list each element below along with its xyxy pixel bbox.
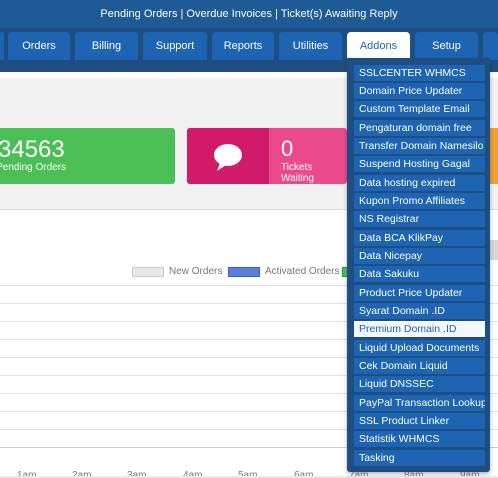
menu-item-kupon-promo-affiliates[interactable]: Kupon Promo Affiliates [354, 193, 485, 209]
menu-item-domain-price-updater[interactable]: Domain Price Updater [354, 83, 485, 99]
menu-item-statistik-whmcs[interactable]: Statistik WHMCS [354, 431, 485, 447]
menu-item-custom-template-email[interactable]: Custom Template Email [354, 101, 485, 117]
tab-billing[interactable]: Billing [75, 32, 138, 60]
addons-dropdown-menu: SSLCENTER WHMCS Domain Price Updater Cus… [347, 58, 490, 472]
panel-scroll-edge[interactable] [489, 240, 498, 260]
menu-item-data-sakuku[interactable]: Data Sakuku [354, 266, 485, 282]
tab-utilities[interactable]: Utilities [279, 32, 342, 60]
menu-item-data-bca-klikpay[interactable]: Data BCA KlikPay [354, 230, 485, 246]
legend-activated-orders-swatch [228, 267, 260, 277]
menu-item-transfer-domain-namesilo[interactable]: Transfer Domain Namesilo [354, 138, 485, 154]
menu-item-data-hosting-expired[interactable]: Data hosting expired [354, 175, 485, 191]
pending-orders-card[interactable]: 34563 Pending Orders [0, 128, 175, 184]
pending-orders-label: Pending Orders [0, 162, 67, 173]
menu-item-pengaturan-domain-free[interactable]: Pengaturan domain free [354, 120, 485, 136]
tickets-waiting-count: 0 [281, 136, 294, 161]
notification-bar[interactable]: Pending Orders | Overdue Invoices | Tick… [0, 0, 498, 28]
tab-home-edge[interactable] [0, 32, 4, 60]
orange-card-edge[interactable] [490, 128, 498, 184]
legend-new-orders: New Orders [169, 266, 223, 277]
menu-item-product-price-updater[interactable]: Product Price Updater [354, 285, 485, 301]
tab-help-edge[interactable] [483, 32, 498, 60]
tab-reports[interactable]: Reports [212, 32, 274, 60]
menu-item-ns-registrar[interactable]: NS Registrar [354, 211, 485, 227]
tickets-waiting-label: Tickets Waiting [281, 162, 314, 184]
menu-item-ssl-product-linker[interactable]: SSL Product Linker [354, 413, 485, 429]
menu-item-suspend-hosting-gagal[interactable]: Suspend Hosting Gagal [354, 156, 485, 172]
tickets-waiting-card[interactable]: 0 Tickets Waiting [187, 128, 347, 184]
legend-activated-orders: Activated Orders [265, 266, 340, 277]
pending-orders-count: 34563 [0, 136, 65, 163]
speech-bubble-icon [214, 144, 242, 171]
menu-item-tasking[interactable]: Tasking [354, 450, 485, 466]
menu-item-syarat-domain-id[interactable]: Syarat Domain .ID [354, 303, 485, 319]
legend-new-orders-swatch [132, 267, 164, 277]
menu-item-data-nicepay[interactable]: Data Nicepay [354, 248, 485, 264]
tab-orders[interactable]: Orders [8, 32, 70, 60]
menu-item-sslcenter-whmcs[interactable]: SSLCENTER WHMCS [354, 65, 485, 81]
menu-item-liquid-dnssec[interactable]: Liquid DNSSEC [354, 376, 485, 392]
menu-item-paypal-transaction-lookup[interactable]: PayPal Transaction Lookup [354, 395, 485, 411]
ticket-icon-box [187, 128, 269, 184]
tab-setup[interactable]: Setup [415, 32, 478, 60]
menu-item-cek-domain-liquid[interactable]: Cek Domain Liquid [354, 358, 485, 374]
tab-support[interactable]: Support [143, 32, 207, 60]
menu-item-liquid-upload-documents[interactable]: Liquid Upload Documents [354, 340, 485, 356]
menu-item-premium-domain-id[interactable]: Premium Domain .ID [354, 321, 485, 337]
